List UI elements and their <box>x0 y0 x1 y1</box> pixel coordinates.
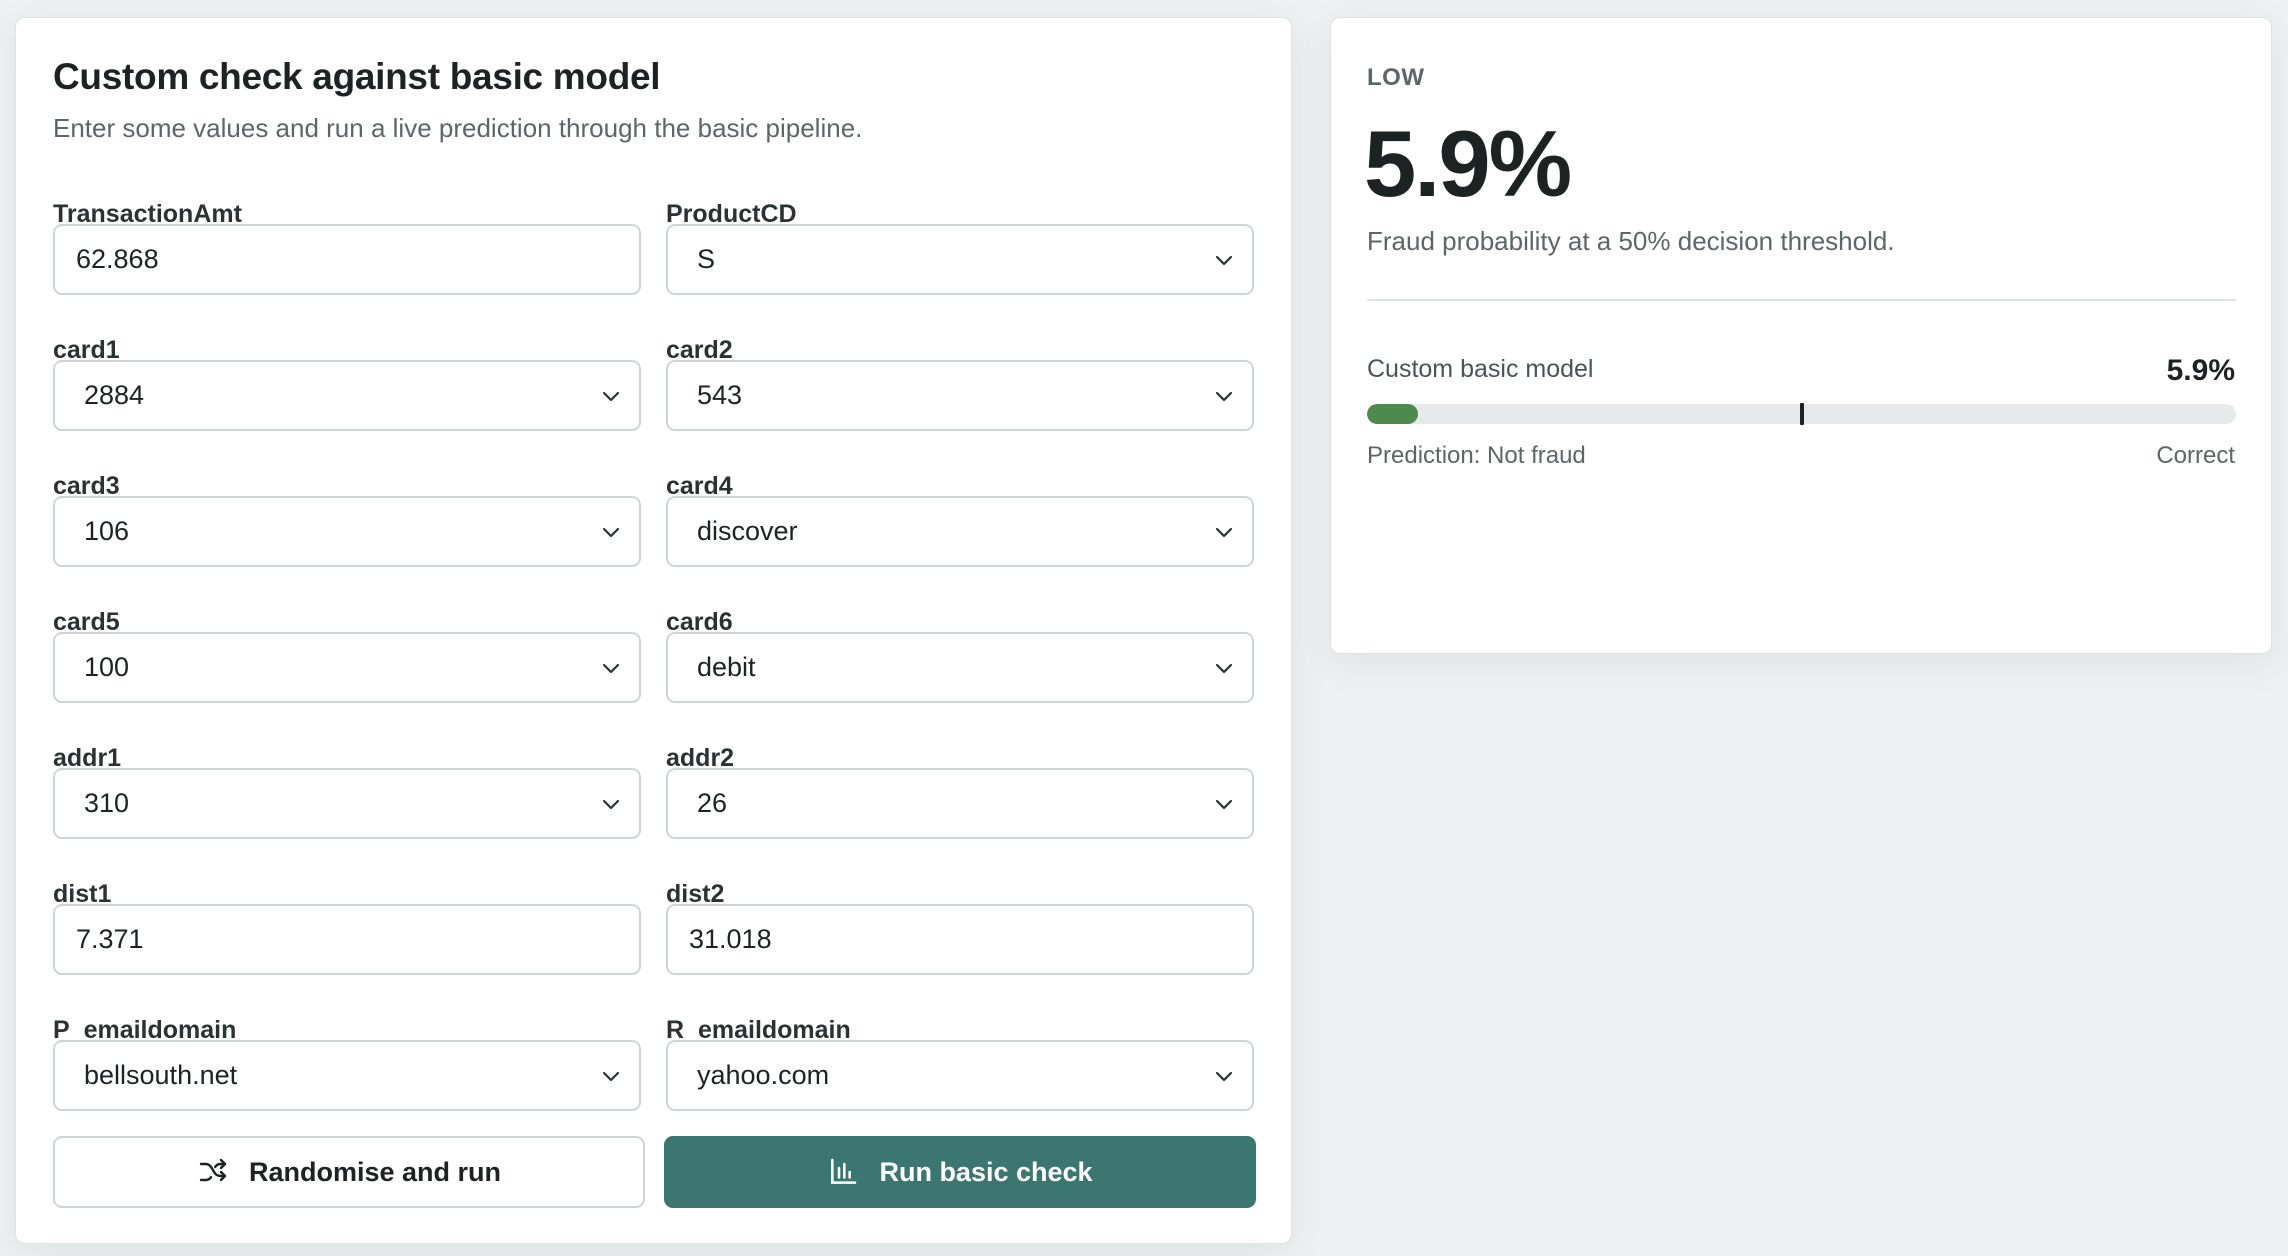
chevron-down-icon <box>1215 391 1233 402</box>
prediction-text: Prediction: Not fraud <box>1367 442 1586 469</box>
chevron-down-icon <box>602 527 620 538</box>
card2-select[interactable]: 543 <box>666 360 1254 431</box>
chevron-down-icon <box>1215 255 1233 266</box>
dist2-input[interactable]: 31.018 <box>666 904 1254 975</box>
chevron-down-icon <box>1215 663 1233 674</box>
r-emaildomain-select[interactable]: yahoo.com <box>666 1040 1254 1111</box>
dist2-value: 31.018 <box>689 924 772 954</box>
form-title: Custom check against basic model <box>53 56 661 97</box>
transactionamt-input[interactable]: 62.868 <box>53 224 641 295</box>
productcd-select[interactable]: S <box>666 224 1254 295</box>
model-probability: 5.9% <box>2166 354 2235 387</box>
run-button-label: Run basic check <box>879 1156 1093 1187</box>
transactionamt-value: 62.868 <box>76 244 159 274</box>
prediction-verdict: Correct <box>2156 442 2235 469</box>
chevron-down-icon <box>1215 527 1233 538</box>
chevron-down-icon <box>602 799 620 810</box>
prediction-result-card: LOW 5.9% Fraud probability at a 50% deci… <box>1330 17 2272 654</box>
custom-check-form-card: Custom check against basic model Enter s… <box>15 17 1292 1244</box>
productcd-value: S <box>697 244 716 274</box>
card6-select[interactable]: debit <box>666 632 1254 703</box>
chevron-down-icon <box>602 1071 620 1082</box>
run-basic-check-button[interactable]: Run basic check <box>664 1136 1256 1208</box>
divider <box>1367 299 2236 301</box>
card3-value: 106 <box>84 516 130 546</box>
card4-value: discover <box>697 516 798 546</box>
card3-select[interactable]: 106 <box>53 496 641 567</box>
card4-select[interactable]: discover <box>666 496 1254 567</box>
chevron-down-icon <box>1215 799 1233 810</box>
addr1-value: 310 <box>84 788 130 818</box>
card1-select[interactable]: 2884 <box>53 360 641 431</box>
fraud-probability: 5.9% <box>1364 111 1572 216</box>
card6-value: debit <box>697 652 756 682</box>
card2-value: 543 <box>697 380 743 410</box>
r-emaildomain-value: yahoo.com <box>697 1060 830 1090</box>
dist1-value: 7.371 <box>76 924 144 954</box>
chevron-down-icon <box>602 391 620 402</box>
addr2-select[interactable]: 26 <box>666 768 1254 839</box>
randomise-and-run-button[interactable]: Randomise and run <box>53 1136 645 1208</box>
p-emaildomain-value: bellsouth.net <box>84 1060 238 1090</box>
dist1-input[interactable]: 7.371 <box>53 904 641 975</box>
chevron-down-icon <box>602 663 620 674</box>
card5-value: 100 <box>84 652 130 682</box>
bar-chart-icon <box>831 1158 857 1184</box>
probability-bar-fill <box>1367 404 1418 424</box>
addr2-value: 26 <box>697 788 728 818</box>
model-name: Custom basic model <box>1367 355 1594 383</box>
result-description: Fraud probability at a 50% decision thre… <box>1367 226 1895 256</box>
chevron-down-icon <box>1215 1071 1233 1082</box>
randomise-button-label: Randomise and run <box>248 1156 502 1187</box>
card5-select[interactable]: 100 <box>53 632 641 703</box>
form-subtitle: Enter some values and run a live predict… <box>53 113 863 143</box>
threshold-marker <box>1800 403 1804 425</box>
card1-value: 2884 <box>84 380 145 410</box>
shuffle-icon <box>199 1158 227 1182</box>
p-emaildomain-select[interactable]: bellsouth.net <box>53 1040 641 1111</box>
risk-level-label: LOW <box>1367 64 1425 91</box>
addr1-select[interactable]: 310 <box>53 768 641 839</box>
